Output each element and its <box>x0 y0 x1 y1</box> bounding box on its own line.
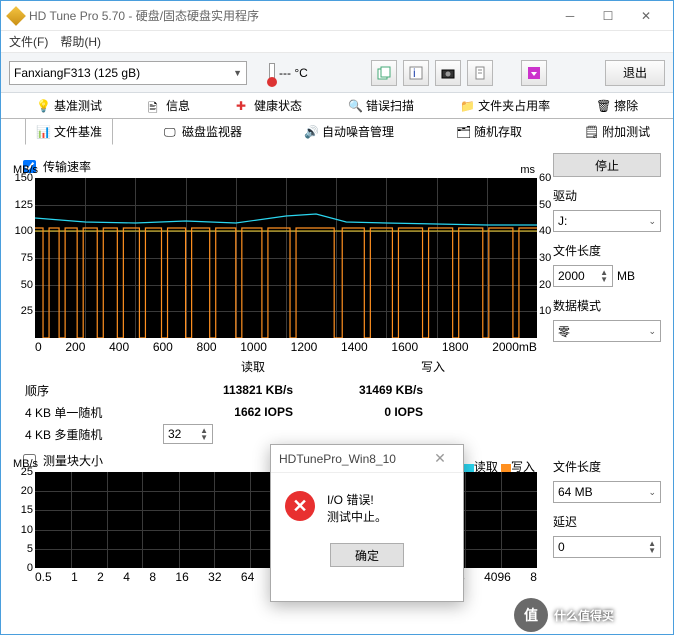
error-dialog: HDTunePro_Win8_10 ✕ ✕ I/O 错误! 测试中止。 确定 <box>270 444 464 602</box>
screenshot-button[interactable] <box>435 60 461 86</box>
menu-file[interactable]: 文件(F) <box>9 33 48 50</box>
read-header: 读取 <box>213 358 293 375</box>
trash-icon: 🗑 <box>596 99 610 113</box>
tab-folderusage[interactable]: 📁文件夹占用率 <box>449 92 561 118</box>
transfer-rate-label: 传输速率 <box>43 158 91 175</box>
legend-read-swatch <box>464 464 474 472</box>
dialog-message: I/O 错误! 测试中止。 <box>327 491 387 525</box>
watermark: 值 什么值得买 <box>514 595 674 635</box>
datamode-dropdown[interactable]: 零⌄ <box>553 320 661 342</box>
write-header: 写入 <box>393 358 473 375</box>
titlebar: HD Tune Pro 5.70 - 硬盘/固态硬盘实用程序 ─ ☐ ✕ <box>1 1 673 31</box>
device-label: FanxiangF313 (125 gB) <box>14 66 140 80</box>
drive-label: 驱动 <box>553 187 661 204</box>
error-icon: ✕ <box>285 491 315 521</box>
window-title: HD Tune Pro 5.70 - 硬盘/固态硬盘实用程序 <box>29 7 551 24</box>
folder-icon: 📁 <box>460 99 474 113</box>
filelen-spinner[interactable]: 2000▲▼ <box>553 265 613 287</box>
transfer-rate-checkbox-row: 传输速率 <box>19 157 543 176</box>
stop-button[interactable]: 停止 <box>553 153 661 177</box>
thermometer-icon <box>269 63 275 83</box>
monitor-icon: 🖵 <box>164 125 178 139</box>
bulb-icon: 💡 <box>36 99 50 113</box>
filelen-label: 文件长度 <box>553 242 661 259</box>
legend-write-swatch <box>501 464 511 472</box>
row-4kb-multi: 4 KB 多重随机 32 ▲▼ <box>13 423 543 445</box>
svg-text:i: i <box>413 66 416 80</box>
tab-random[interactable]: 🗂随机存取 <box>445 118 533 144</box>
minimize-button[interactable]: ─ <box>551 5 589 27</box>
tab-info[interactable]: 🖹信息 <box>137 92 201 118</box>
row-sequential: 顺序 113821 KB/s 31469 KB/s <box>13 379 543 401</box>
copy-info-button[interactable]: i <box>403 60 429 86</box>
dialog-title: HDTunePro_Win8_10 <box>279 452 396 466</box>
exit-button[interactable]: 退出 <box>605 60 665 86</box>
toolbar: FanxiangF313 (125 gB) ▼ --- °C i 退出 <box>1 53 673 93</box>
tab-extra[interactable]: 🗒附加测试 <box>573 118 661 144</box>
app-logo-icon <box>6 6 26 26</box>
random-icon: 🗂 <box>456 125 470 139</box>
extra-icon: 🗒 <box>584 125 598 139</box>
chart1-x-ticks: 0200400600800100012001400160018002000mB <box>35 340 537 354</box>
health-cross-icon: ✚ <box>236 99 250 113</box>
device-dropdown[interactable]: FanxiangF313 (125 gB) ▼ <box>9 61 247 85</box>
copy-text-button[interactable] <box>371 60 397 86</box>
row-4kb-single: 4 KB 单一随机 1662 IOPS 0 IOPS <box>13 401 543 423</box>
drive-dropdown[interactable]: J:⌄ <box>553 210 661 232</box>
blocksize-label: 测量块大小 <box>43 452 103 469</box>
tab-diskmonitor[interactable]: 🖵磁盘监视器 <box>153 118 253 144</box>
magnifier-icon: 🔍 <box>348 99 362 113</box>
tab-filebench[interactable]: 📊文件基准 <box>25 118 113 145</box>
tab-benchmark[interactable]: 💡基准测试 <box>25 92 113 118</box>
tab-aam[interactable]: 🔊自动噪音管理 <box>293 118 405 144</box>
chevron-down-icon: ⌄ <box>648 487 656 498</box>
tab-strip-lower: 📊文件基准 🖵磁盘监视器 🔊自动噪音管理 🗂随机存取 🗒附加测试 <box>1 119 673 145</box>
chevron-down-icon: ▼ <box>233 68 242 78</box>
delay-label: 延迟 <box>553 513 661 530</box>
filelen-unit: MB <box>617 269 635 283</box>
maximize-button[interactable]: ☐ <box>589 5 627 27</box>
filelen2-dropdown[interactable]: 64 MB⌄ <box>553 481 661 503</box>
chevron-down-icon: ⌄ <box>648 216 656 227</box>
tab-health[interactable]: ✚健康状态 <box>225 92 313 118</box>
menu-help[interactable]: 帮助(H) <box>60 33 101 50</box>
dialog-ok-button[interactable]: 确定 <box>330 543 404 567</box>
tab-strip-upper: 💡基准测试 🖹信息 ✚健康状态 🔍错误扫描 📁文件夹占用率 🗑擦除 <box>1 93 673 119</box>
transfer-chart: ms 150 125 100 75 50 25 60 50 40 30 20 1… <box>35 178 537 338</box>
options-button[interactable] <box>467 60 493 86</box>
spinner-buttons[interactable]: ▲▼ <box>200 427 208 441</box>
rw-header: 读取 写入 <box>213 358 543 375</box>
delay-spinner[interactable]: 0▲▼ <box>553 536 661 558</box>
filebench-icon: 📊 <box>36 125 50 139</box>
chart1-y-right-label: ms <box>520 164 535 176</box>
filelen2-label: 文件长度 <box>553 458 661 475</box>
watermark-text: 什么值得买 <box>554 607 614 624</box>
watermark-logo-icon: 值 <box>514 598 548 632</box>
dialog-close-button[interactable]: ✕ <box>425 450 455 467</box>
side-panel: 停止 驱动 J:⌄ 文件长度 2000▲▼ MB 数据模式 零⌄ 文件长度 64… <box>553 153 661 584</box>
save-button[interactable] <box>521 60 547 86</box>
multi-queue-spinner[interactable]: 32 ▲▼ <box>163 424 213 444</box>
info-icon: 🖹 <box>148 99 162 113</box>
tab-errorscan[interactable]: 🔍错误扫描 <box>337 92 425 118</box>
temperature-value: --- °C <box>279 66 308 80</box>
tab-erase[interactable]: 🗑擦除 <box>585 92 649 118</box>
menubar: 文件(F) 帮助(H) <box>1 31 673 53</box>
dialog-titlebar: HDTunePro_Win8_10 ✕ <box>271 445 463 473</box>
close-button[interactable]: ✕ <box>627 5 665 27</box>
speaker-icon: 🔊 <box>304 125 318 139</box>
chevron-down-icon: ⌄ <box>648 326 656 337</box>
temperature-display: --- °C <box>269 63 339 83</box>
datamode-label: 数据模式 <box>553 297 661 314</box>
